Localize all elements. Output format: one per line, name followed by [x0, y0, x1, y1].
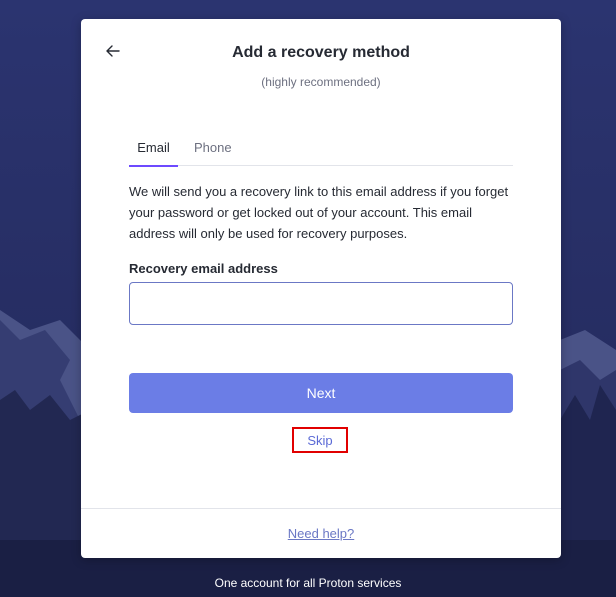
recovery-email-label: Recovery email address: [129, 261, 278, 276]
dialog-subtitle: (highly recommended): [261, 75, 381, 89]
recovery-email-input[interactable]: [129, 282, 513, 325]
recovery-dialog: Add a recovery method (highly recommende…: [81, 19, 561, 558]
divider: [81, 508, 561, 509]
tab-phone[interactable]: Phone: [194, 140, 232, 165]
dialog-title: Add a recovery method: [232, 44, 410, 61]
skip-button[interactable]: Skip: [292, 427, 348, 453]
need-help-link[interactable]: Need help?: [81, 526, 561, 541]
tab-email[interactable]: Email: [129, 140, 178, 167]
recovery-method-tabs: Email Phone: [129, 135, 513, 167]
next-button[interactable]: Next: [129, 373, 513, 413]
footer-text: One account for all Proton services: [214, 576, 402, 590]
recovery-description: We will send you a recovery link to this…: [129, 184, 509, 241]
